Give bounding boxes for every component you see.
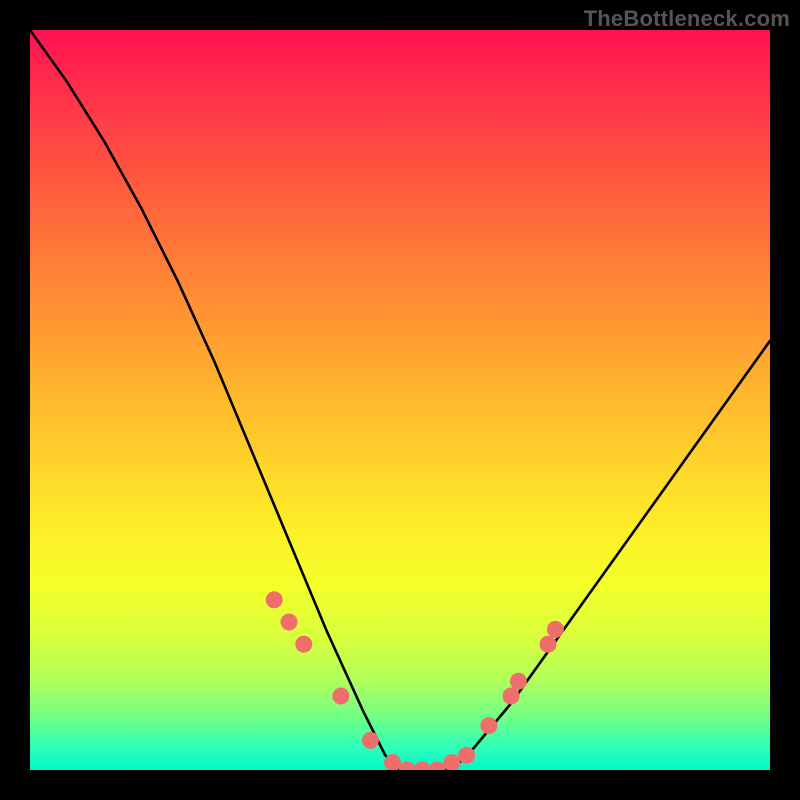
highlight-dot — [281, 614, 298, 631]
highlight-dot — [510, 673, 527, 690]
highlight-dot — [480, 717, 497, 734]
highlight-dot — [399, 762, 416, 771]
highlight-dot — [429, 762, 446, 771]
highlight-dot — [503, 688, 520, 705]
bottleneck-curve — [30, 30, 770, 770]
highlight-dots — [266, 591, 564, 770]
highlight-dot — [332, 688, 349, 705]
watermark-text: TheBottleneck.com — [584, 6, 790, 32]
highlight-dot — [547, 621, 564, 638]
plot-area — [30, 30, 770, 770]
highlight-dot — [443, 754, 460, 770]
highlight-dot — [540, 636, 557, 653]
highlight-dot — [295, 636, 312, 653]
highlight-dot — [266, 591, 283, 608]
highlight-dot — [384, 754, 401, 770]
curve-layer — [30, 30, 770, 770]
highlight-dot — [458, 747, 475, 764]
highlight-dot — [362, 732, 379, 749]
chart-frame: TheBottleneck.com — [0, 0, 800, 800]
highlight-dot — [414, 762, 431, 771]
